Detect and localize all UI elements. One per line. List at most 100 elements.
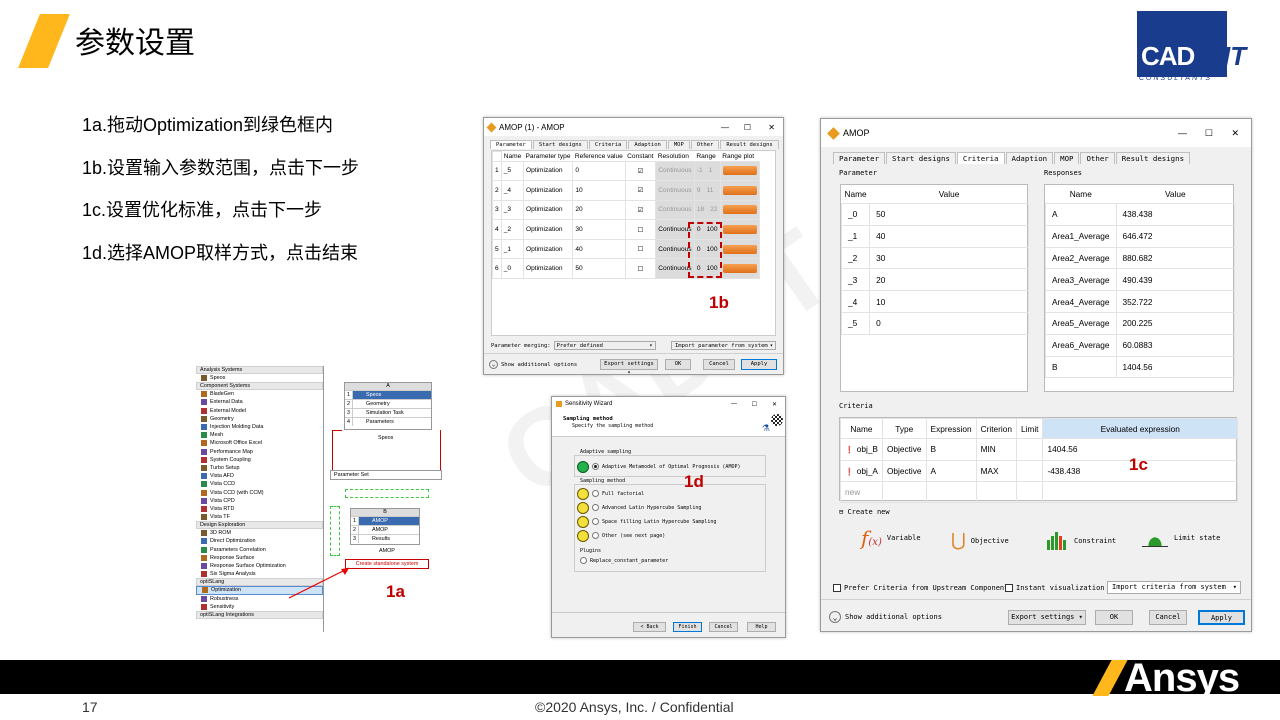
system-b-block[interactable]: B 1 AMOP 2 AMOP 3 Results [350,508,420,545]
column-header[interactable]: Name [1046,185,1117,204]
range-cell[interactable]: 18 22 [693,199,721,221]
column-header[interactable]: Name [840,418,883,439]
create-objective[interactable]: ⋃ Objective [951,530,1009,551]
show-options-toggle[interactable]: ⌄ Show additional options [829,611,942,623]
system-b-row[interactable]: 1 AMOP [351,516,419,525]
column-header[interactable]: Name [501,152,523,162]
radio-button[interactable] [592,518,599,525]
tab-start-designs[interactable]: Start designs [532,140,588,149]
constant-checkbox[interactable]: ☐ [624,258,657,280]
ok-button[interactable]: OK [665,359,691,370]
table-row[interactable]: Area5_Average 200.225 [1045,311,1236,335]
toolbox-item[interactable]: 3D ROM [196,529,323,537]
parameter-set-block[interactable]: Parameter Set [330,470,442,480]
import-criteria-select[interactable]: Import criteria from system ▾ [1107,581,1241,594]
instant-visualization-checkbox[interactable]: Instant visualization [1005,584,1105,592]
column-header[interactable]: Constant [625,152,656,162]
toolbox-group-header[interactable]: Design Exploration [196,521,323,530]
range-lower[interactable]: 18 [697,206,704,213]
tab-parameter[interactable]: Parameter [833,152,886,164]
sampling-radio-option[interactable]: Space filling Latin Hypercube Sampling [592,518,716,525]
table-row[interactable]: 1 _5 Optimization 0 ☑ Continuous -1 1 [492,160,761,182]
minimize-button[interactable]: — [1178,128,1187,138]
system-a-block[interactable]: A 1 Speos 2 Geometry 3 Simulation Task 4 Parame… [344,382,432,430]
tab-adaption[interactable]: Adaption [628,140,667,149]
range-upper[interactable]: 11 [707,187,714,194]
new-criterion-row[interactable]: new [840,481,1238,503]
create-constraint[interactable]: Constraint [1047,532,1116,550]
new-cell[interactable]: new [840,481,883,503]
tab-result-designs[interactable]: Result designs [720,140,779,149]
ok-button[interactable]: OK [1095,610,1133,625]
radio-button[interactable] [592,490,599,497]
close-button[interactable]: ✕ [1231,128,1239,139]
tab-parameter[interactable]: Parameter [490,140,532,149]
toolbox-item[interactable]: Turbo Setup [196,464,323,472]
column-header[interactable]: Reference value [573,152,625,162]
maximize-button[interactable]: ☐ [1205,128,1213,139]
system-b-row[interactable]: 2 AMOP [351,525,419,534]
column-header[interactable]: Value [870,185,1029,204]
range-lower[interactable]: -1 [697,167,703,174]
tab-result-designs[interactable]: Result designs [1115,152,1191,164]
import-parameter-select[interactable]: Import parameter from system ▾ [671,341,776,350]
show-options-toggle[interactable]: ⌄ Show additional options [489,360,577,369]
radio-selected[interactable] [592,463,599,470]
tab-criteria[interactable]: Criteria [588,140,628,149]
toolbox-item[interactable]: System Coupling [196,456,323,464]
constant-checkbox[interactable]: ☐ [624,238,657,260]
constant-checkbox[interactable]: ☐ [624,219,657,240]
range-cell[interactable]: -1 1 [693,160,721,182]
tab-start-designs[interactable]: Start designs [886,152,956,164]
table-row[interactable]: Area1_Average 646.472 [1045,224,1236,248]
apply-button[interactable]: Apply [741,359,777,370]
table-row[interactable]: Area4_Average 352.722 [1045,290,1236,313]
table-row[interactable]: Area6_Average 60.0883 [1045,333,1236,357]
sampling-radio-option[interactable]: Advanced Latin Hypercube Sampling [592,504,701,511]
close-button[interactable]: ✕ [772,401,777,408]
range-lower[interactable]: 9 [697,187,701,194]
help-button[interactable]: Help [747,622,776,632]
table-row[interactable]: 2 _4 Optimization 10 ☑ Continuous 9 11 [492,180,761,201]
column-header[interactable]: Criterion [975,418,1017,439]
system-b-row[interactable]: 3 Results [351,534,419,543]
toolbox-item[interactable]: Parameters Correlation [196,546,323,554]
table-row[interactable]: _2 30 [840,246,1029,270]
toolbox-item[interactable]: External Model [196,407,323,415]
constant-checkbox[interactable]: ☑ [624,180,657,201]
toolbox-item[interactable]: Microsoft Office Excel [196,439,323,447]
column-header[interactable]: Value [1116,185,1234,204]
toolbox-item[interactable]: Direct Optimization [196,537,323,545]
toolbox-item[interactable]: Vista AFD [196,472,323,480]
column-header[interactable]: Range [694,152,720,162]
table-row[interactable]: B 1404.56 [1045,355,1236,379]
table-row[interactable]: _4 10 [840,290,1029,313]
toolbox-item[interactable]: Injection Molding Data [196,423,323,431]
toolbox-group-header[interactable]: Component Systems [196,382,323,391]
create-limit-state[interactable]: Limit state [1142,529,1220,547]
system-a-row[interactable]: 3 Simulation Task [345,408,431,417]
range-upper[interactable]: 22 [710,206,717,213]
column-header[interactable]: Parameter type [523,152,572,162]
maximize-button[interactable]: ☐ [744,123,751,132]
maximize-button[interactable]: ☐ [752,401,757,408]
column-header[interactable]: Range plot [720,152,759,162]
tab-mop[interactable]: MOP [667,140,690,149]
sampling-radio-option[interactable]: Full factorial [592,490,644,497]
table-row[interactable]: ❗ obj_B Objective B MIN 1404.56 [840,438,1238,461]
tab-mop[interactable]: MOP [1054,152,1080,164]
toolbox-item[interactable]: Vista CCD [196,480,323,488]
export-settings-button[interactable]: Export settings ▾ [600,359,658,374]
toolbox-item[interactable]: Performance Map [196,448,323,456]
toolbox-item[interactable]: Mesh [196,431,323,439]
cancel-button[interactable]: Cancel [1149,610,1187,625]
tab-adaption[interactable]: Adaption [1005,152,1054,164]
range-cell[interactable]: 9 11 [693,180,721,201]
table-row[interactable]: Area2_Average 880.682 [1045,246,1236,270]
table-row[interactable]: A 438.438 [1045,203,1236,226]
tab-criteria[interactable]: Criteria [956,152,1005,164]
create-new-toggle[interactable]: ⊟ Create new [839,508,890,516]
cancel-button[interactable]: Cancel [709,622,738,632]
radio-button[interactable] [592,504,599,511]
column-header[interactable]: Name [842,185,870,204]
